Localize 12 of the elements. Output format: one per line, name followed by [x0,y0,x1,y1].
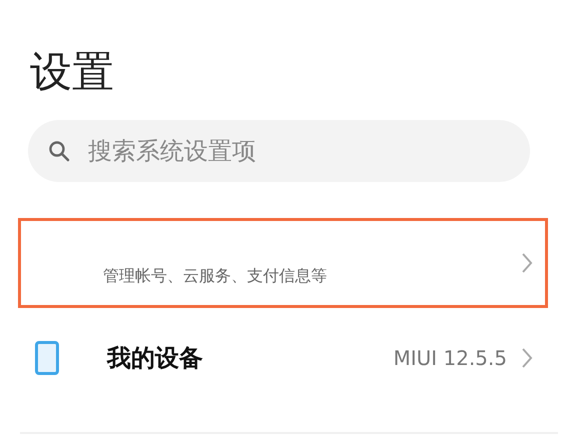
search-bar[interactable]: 搜索系统设置项 [28,120,530,182]
chevron-icon [521,347,533,369]
search-field[interactable]: 搜索系统设置项 [86,136,530,166]
page-title: 设置 [30,46,115,98]
phone-icon [35,341,59,375]
account-row[interactable]: 管理帐号、云服务、支付信息等 [18,218,548,308]
version-value: MIUI 12.5.5 [393,346,507,370]
device-row[interactable]: 我的设备 MIUI 12.5.5 [18,308,548,408]
row-label: 我的设备 [107,343,204,374]
chevron-icon [521,252,533,274]
account-subtitle: 管理帐号、云服务、支付信息等 [103,266,327,287]
search-icon [48,140,70,162]
